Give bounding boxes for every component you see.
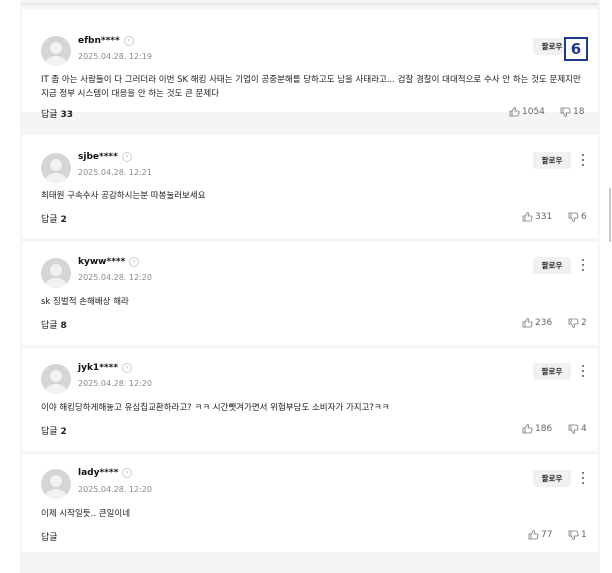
like-button[interactable]: 77 xyxy=(528,530,552,540)
reply-count: 2 xyxy=(60,215,67,225)
dislike-count: 2 xyxy=(581,318,587,328)
dislike-count: 6 xyxy=(581,212,587,222)
follow-button[interactable]: 팔로우 xyxy=(533,152,571,169)
more-vertical-icon[interactable] xyxy=(579,257,587,273)
avatar[interactable] xyxy=(41,258,71,288)
comment-item: kyww**** › 2025.04.28. 12:20 팔로우 sk 징벌적 … xyxy=(22,242,598,345)
reply-button[interactable]: 답글 xyxy=(41,530,58,543)
more-vertical-icon[interactable] xyxy=(579,363,587,379)
comment-item: lady**** › 2025.04.28. 12:20 팔로우 이제 시작일듯… xyxy=(22,454,598,552)
dislike-button[interactable]: 1 xyxy=(568,530,587,540)
like-button[interactable]: 1054 xyxy=(509,107,545,117)
reply-button[interactable]: 답글 8 xyxy=(41,318,67,331)
chevron-right-icon[interactable]: › xyxy=(129,257,139,267)
avatar[interactable] xyxy=(41,469,71,499)
comment-text: sk 징벌적 손해배상 해라 xyxy=(41,297,129,307)
comment-username[interactable]: lady**** xyxy=(78,468,118,478)
follow-button[interactable]: 팔로우 xyxy=(533,257,571,274)
like-count: 1054 xyxy=(522,107,545,117)
comment-date: 2025.04.28. 12:20 xyxy=(78,485,152,494)
reply-label: 답글 xyxy=(41,533,58,543)
dislike-button[interactable]: 2 xyxy=(568,318,587,328)
comment-username[interactable]: jyk1**** xyxy=(78,363,118,373)
like-count: 236 xyxy=(535,318,553,328)
thumbs-up-icon xyxy=(522,318,533,328)
comment-date: 2025.04.28. 12:19 xyxy=(78,52,152,61)
thumbs-up-icon xyxy=(522,424,533,434)
thumbs-up-icon xyxy=(528,530,539,540)
reply-button[interactable]: 답글 2 xyxy=(41,424,67,437)
avatar[interactable] xyxy=(41,364,71,394)
like-button[interactable]: 331 xyxy=(522,212,552,222)
comment-date: 2025.04.28. 12:20 xyxy=(78,379,152,388)
dislike-button[interactable]: 6 xyxy=(568,212,587,222)
follow-button[interactable]: 팔로우 xyxy=(533,363,571,380)
comment-item: jyk1**** › 2025.04.28. 12:20 팔로우 이야 해킹당하… xyxy=(22,348,598,451)
like-count: 186 xyxy=(535,424,553,434)
scrollbar[interactable] xyxy=(609,188,611,242)
reply-label: 답글 xyxy=(41,427,58,437)
dislike-button[interactable]: 4 xyxy=(568,424,587,434)
thumbs-up-icon xyxy=(522,212,533,222)
comment-item: efbn**** › 2025.04.28. 12:19 팔로우 IT 좀 아는… xyxy=(22,9,598,120)
avatar[interactable] xyxy=(41,153,71,183)
comment-username[interactable]: sjbe**** xyxy=(78,152,118,162)
dislike-count: 4 xyxy=(581,424,587,434)
chevron-right-icon[interactable]: › xyxy=(122,468,132,478)
comment-text: IT 좀 아는 사람들이 다 그러더라 이번 SK 해킹 사태는 기업이 공중분… xyxy=(41,75,581,99)
reply-count: 33 xyxy=(60,110,73,120)
reply-button[interactable]: 답글 2 xyxy=(41,212,67,225)
comment-text: 최태원 구속수사 공감하시는분 따봉눌러보세요 xyxy=(41,191,206,201)
top-divider xyxy=(22,3,598,5)
thumbs-down-icon xyxy=(568,318,579,328)
thumbs-down-icon xyxy=(568,530,579,540)
more-vertical-icon[interactable] xyxy=(579,470,587,486)
like-button[interactable]: 236 xyxy=(522,318,552,328)
reply-label: 답글 xyxy=(41,215,58,225)
comment-date: 2025.04.28. 12:20 xyxy=(78,273,152,282)
like-count: 331 xyxy=(535,212,553,222)
comment-text: 이제 시작일듯.. 큰일이네 xyxy=(41,509,131,519)
dislike-count: 1 xyxy=(581,530,587,540)
thumbs-down-icon xyxy=(568,424,579,434)
reply-count: 2 xyxy=(60,427,67,437)
more-vertical-icon[interactable] xyxy=(579,152,587,168)
reply-button[interactable]: 답글 33 xyxy=(41,107,73,120)
overlay-number-badge: 6 xyxy=(564,37,588,61)
chevron-right-icon[interactable]: › xyxy=(122,363,132,373)
reply-count: 8 xyxy=(60,321,67,331)
comment-username[interactable]: efbn**** xyxy=(78,36,120,46)
thumbs-down-icon xyxy=(568,212,579,222)
comment-date: 2025.04.28. 12:21 xyxy=(78,168,152,177)
follow-button[interactable]: 팔로우 xyxy=(533,470,571,487)
reply-label: 답글 xyxy=(41,321,58,331)
chevron-right-icon[interactable]: › xyxy=(124,36,134,46)
reply-label: 답글 xyxy=(41,110,58,120)
like-count: 77 xyxy=(541,530,553,540)
dislike-button[interactable]: 18 xyxy=(560,107,584,117)
comment-username[interactable]: kyww**** xyxy=(78,257,125,267)
thumbs-down-icon xyxy=(560,107,571,117)
thumbs-up-icon xyxy=(509,107,520,117)
comment-text: 이야 해킹당하게해놓고 유심칩교환하라고? ㅋㅋ 시간뺏겨가면서 위험부담도 소… xyxy=(41,403,390,413)
dislike-count: 18 xyxy=(573,107,585,117)
comment-item: sjbe**** › 2025.04.28. 12:21 팔로우 최태원 구속수… xyxy=(22,135,598,238)
chevron-right-icon[interactable]: › xyxy=(122,152,132,162)
like-button[interactable]: 186 xyxy=(522,424,552,434)
avatar[interactable] xyxy=(41,36,71,66)
